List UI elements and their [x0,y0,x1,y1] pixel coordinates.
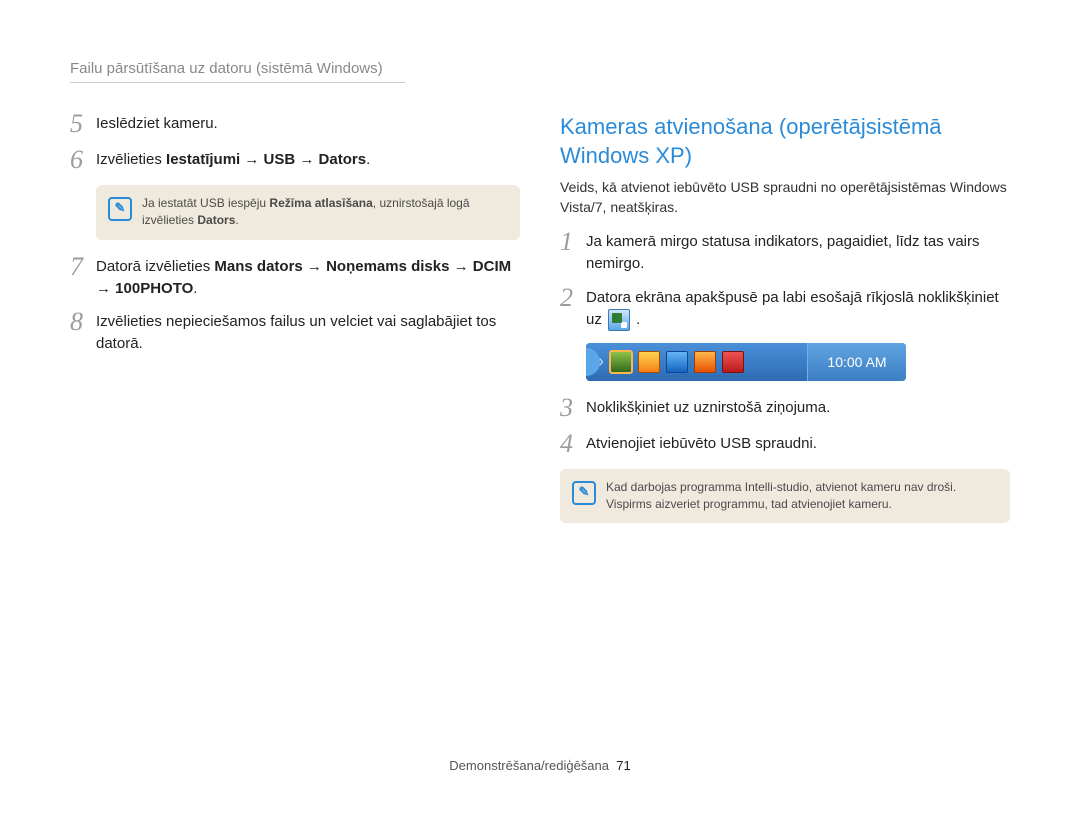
left-column: 5 Ieslēdziet kameru. 6 Izvēlieties Iesta… [70,113,520,539]
step-text: Izvēlieties Iestatījumi → USB → Dators. [96,149,520,171]
step-5: 5 Ieslēdziet kameru. [70,113,520,137]
note-text: Ja iestatāt USB iespēju Režīma atlasīšan… [142,195,506,230]
step-text: Datora ekrāna apakšpusē pa labi esošajā … [586,287,1010,331]
safely-remove-hardware-icon [608,309,630,331]
step-1: 1 Ja kamerā mirgo statusa indikators, pa… [560,231,1010,275]
step-3: 3 Noklikšķiniet uz uznirstošā ziņojuma. [560,397,1010,421]
step-text: Atvienojiet iebūvēto USB spraudni. [586,433,1010,455]
section-intro: Veids, kā atvienot iebūvēto USB spraudni… [560,178,1010,217]
footer-section: Demonstrēšana/rediģēšana [449,758,609,773]
chevron-right-icon: › [598,351,604,372]
breadcrumb: Failu pārsūtīšana uz datoru (sistēmā Win… [70,60,405,83]
note-icon: ✎ [572,481,596,505]
section-heading: Kameras atvienošana (operētājsistēmā Win… [560,113,1010,170]
step-6: 6 Izvēlieties Iestatījumi → USB → Dators… [70,149,520,173]
step-number: 5 [70,111,96,137]
step-7: 7 Datorā izvēlieties Mans dators → Noņem… [70,256,520,300]
right-column: Kameras atvienošana (operētājsistēmā Win… [560,113,1010,539]
manual-page: Failu pārsūtīšana uz datoru (sistēmā Win… [0,0,1080,815]
step-number: 4 [560,431,586,457]
step-number: 2 [560,285,586,311]
note-icon: ✎ [108,197,132,221]
step-text: Noklikšķiniet uz uznirstošā ziņojuma. [586,397,1010,419]
network-icon[interactable] [666,351,688,373]
taskbar-tray: › [586,343,807,381]
step-text: Izvēlieties nepieciešamos failus un velc… [96,311,520,355]
safely-remove-hardware-icon[interactable] [610,351,632,373]
status-icon[interactable] [722,351,744,373]
step-number: 7 [70,254,96,280]
step-number: 8 [70,309,96,335]
step-text: Ja kamerā mirgo statusa indikators, paga… [586,231,1010,275]
step-4: 4 Atvienojiet iebūvēto USB spraudni. [560,433,1010,457]
windows-xp-taskbar: › 10:00 AM [586,343,906,381]
content-columns: 5 Ieslēdziet kameru. 6 Izvēlieties Iesta… [70,113,1010,539]
step-number: 1 [560,229,586,255]
volume-icon[interactable] [694,351,716,373]
step-8: 8 Izvēlieties nepieciešamos failus un ve… [70,311,520,355]
note-box: ✎ Ja iestatāt USB iespēju Režīma atlasīš… [96,185,520,240]
note-box: ✎ Kad darbojas programma Intelli-studio,… [560,469,1010,524]
page-number: 71 [616,758,630,773]
page-footer: Demonstrēšana/rediģēšana 71 [0,758,1080,773]
note-text: Kad darbojas programma Intelli-studio, a… [606,479,996,514]
step-number: 6 [70,147,96,173]
step-text: Datorā izvēlieties Mans dators → Noņemam… [96,256,520,300]
step-number: 3 [560,395,586,421]
security-shield-icon[interactable] [638,351,660,373]
step-2: 2 Datora ekrāna apakšpusē pa labi esošaj… [560,287,1010,331]
taskbar-clock: 10:00 AM [807,343,906,381]
step-text: Ieslēdziet kameru. [96,113,520,135]
